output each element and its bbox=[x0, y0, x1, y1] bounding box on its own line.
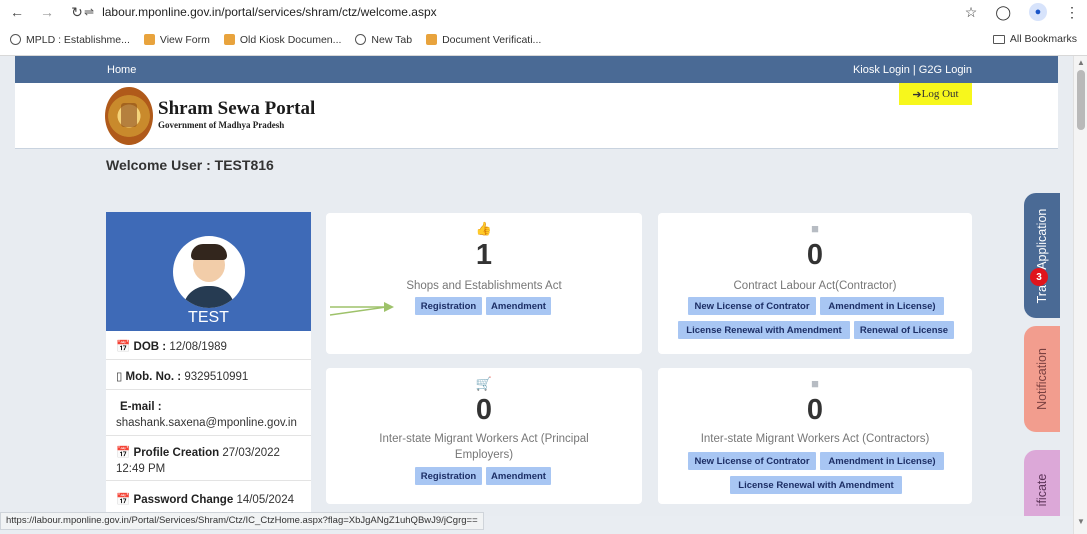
sheet-icon bbox=[223, 34, 235, 45]
migrant-principal-title-line1: Inter-state Migrant Workers Act (Princip… bbox=[379, 433, 589, 445]
migrant-new-license-button[interactable]: New License of Contrator bbox=[688, 452, 816, 470]
bookmark-item[interactable]: New Tab bbox=[355, 34, 412, 46]
migrant-principal-count: 0 bbox=[475, 394, 493, 426]
sheet-icon bbox=[143, 34, 155, 45]
all-bookmarks[interactable]: All Bookmarks bbox=[992, 33, 1077, 45]
profile-icon[interactable]: ● bbox=[1029, 3, 1047, 21]
avatar bbox=[173, 236, 245, 308]
page-viewport: Home Kiosk Login | G2G Login Shram Sewa … bbox=[0, 56, 1073, 516]
mobile-icon: ▯ bbox=[116, 371, 123, 383]
contract-count: 0 bbox=[806, 239, 824, 271]
notification-count-badge: 3 bbox=[1030, 268, 1048, 286]
migrant-license-renewal-button[interactable]: License Renewal with Amendment bbox=[730, 476, 902, 494]
extensions-icon[interactable]: ◯ bbox=[995, 4, 1011, 21]
calendar-icon: 📅 bbox=[116, 447, 131, 459]
forward-icon[interactable]: → bbox=[36, 1, 58, 23]
bookmark-item[interactable]: View Form bbox=[143, 34, 210, 46]
migrant-amendment-license-button[interactable]: Amendment in License) bbox=[820, 452, 944, 470]
scroll-down-icon[interactable]: ▼ bbox=[1077, 517, 1085, 526]
migrant-contractors-count: 0 bbox=[806, 394, 824, 426]
bookmark-star-icon[interactable]: ☆ bbox=[965, 4, 978, 21]
bookmark-item[interactable]: Old Kiosk Documen... bbox=[223, 34, 341, 46]
back-icon[interactable]: ← bbox=[6, 1, 28, 23]
contract-labour-card: ■ 0 Contract Labour Act(Contractor) New … bbox=[658, 213, 972, 354]
calendar-icon: 📅 bbox=[116, 341, 131, 353]
shops-registration-button[interactable]: Registration bbox=[415, 297, 482, 315]
link-status-bar: https://labour.mponline.gov.in/Portal/Se… bbox=[0, 512, 484, 530]
migrant-amendment-button[interactable]: Amendment bbox=[486, 467, 551, 485]
welcome-heading: Welcome User : TEST816 bbox=[106, 157, 274, 173]
shops-count: 1 bbox=[475, 239, 493, 271]
scroll-up-icon[interactable]: ▲ bbox=[1077, 58, 1085, 67]
sheet-icon bbox=[426, 34, 438, 45]
arrow-pointer-icon bbox=[329, 302, 394, 316]
browser-toolbar: ← → ↻ ⇌ labour.mponline.gov.in/portal/se… bbox=[0, 0, 1087, 24]
new-license-button[interactable]: New License of Contrator bbox=[688, 297, 816, 315]
migrant-principal-title-line2: Employers) bbox=[454, 449, 514, 461]
migrant-principal-card: 🛒 0 Inter-state Migrant Workers Act (Pri… bbox=[326, 368, 642, 504]
certificate-tab[interactable]: ificate bbox=[1024, 450, 1060, 516]
mp-emblem-logo bbox=[105, 87, 153, 145]
bookmark-item[interactable]: MPLD : Establishme... bbox=[10, 34, 130, 46]
bookmark-item[interactable]: Document Verificati... bbox=[426, 34, 541, 46]
portal-subtitle: Government of Madhya Pradesh bbox=[158, 120, 285, 130]
site-header: Shram Sewa Portal Government of Madhya P… bbox=[15, 83, 1058, 148]
address-url: labour.mponline.gov.in/portal/services/s… bbox=[102, 5, 437, 19]
amendment-license-button[interactable]: Amendment in License) bbox=[820, 297, 944, 315]
migrant-registration-button[interactable]: Registration bbox=[415, 467, 482, 485]
home-link[interactable]: Home bbox=[107, 64, 136, 76]
shops-establishments-card: 👍 1 Shops and Establishments Act Registr… bbox=[326, 213, 642, 354]
login-links[interactable]: Kiosk Login | G2G Login bbox=[853, 64, 972, 76]
folder-icon bbox=[992, 34, 1005, 44]
calendar-icon: 📅 bbox=[116, 494, 131, 506]
password-change-row: 📅 Password Change 14/05/2024 bbox=[116, 494, 294, 506]
logout-icon: ➔ bbox=[912, 88, 922, 101]
license-renewal-amendment-button[interactable]: License Renewal with Amendment bbox=[678, 321, 850, 339]
dob-row: 📅 DOB : 12/08/1989 bbox=[116, 341, 227, 353]
address-bar[interactable]: ⇌ labour.mponline.gov.in/portal/services… bbox=[84, 2, 984, 22]
track-application-tab[interactable]: Track Application bbox=[1024, 193, 1060, 318]
portal-title: Shram Sewa Portal bbox=[158, 98, 316, 119]
menu-icon[interactable]: ⋮ bbox=[1065, 4, 1079, 21]
migrant-contractors-card: ■ 0 Inter-state Migrant Workers Act (Con… bbox=[658, 368, 972, 504]
migrant-contractors-title: Inter-state Migrant Workers Act (Contrac… bbox=[700, 433, 930, 445]
thumbs-up-icon: 👍 bbox=[475, 221, 493, 236]
contract-title: Contract Labour Act(Contractor) bbox=[733, 280, 897, 292]
bookmarks-bar: MPLD : Establishme... View Form Old Kios… bbox=[0, 24, 1087, 56]
page-scrollbar[interactable]: ▲ ▼ bbox=[1073, 56, 1087, 534]
mobile-row: ▯ Mob. No. : 9329510991 bbox=[116, 371, 249, 383]
profile-banner: TEST bbox=[106, 212, 311, 331]
header-divider bbox=[15, 148, 1058, 149]
cart-icon: 🛒 bbox=[475, 376, 493, 391]
globe-icon bbox=[10, 34, 21, 45]
renewal-license-button[interactable]: Renewal of License bbox=[854, 321, 954, 339]
shops-title: Shops and Establishments Act bbox=[406, 280, 562, 292]
profile-creation-row: 📅 Profile Creation 27/03/2022 12:49 PM bbox=[116, 447, 280, 475]
users-icon: ■ bbox=[811, 221, 819, 236]
logout-button[interactable]: ➔ Log Out bbox=[899, 83, 972, 105]
scroll-thumb[interactable] bbox=[1077, 70, 1085, 130]
email-row: E-mail : shashank.saxena@mponline.gov.in bbox=[116, 401, 297, 429]
shops-amendment-button[interactable]: Amendment bbox=[486, 297, 551, 315]
notification-tab[interactable]: Notification bbox=[1024, 326, 1060, 432]
site-settings-icon[interactable]: ⇌ bbox=[84, 5, 94, 19]
profile-card: TEST 📅 DOB : 12/08/1989 ▯ Mob. No. : 932… bbox=[106, 212, 311, 516]
top-nav: Home Kiosk Login | G2G Login bbox=[15, 56, 1058, 83]
profile-name: TEST bbox=[188, 309, 229, 326]
globe-icon bbox=[355, 34, 367, 45]
user-icon: ■ bbox=[811, 376, 819, 391]
